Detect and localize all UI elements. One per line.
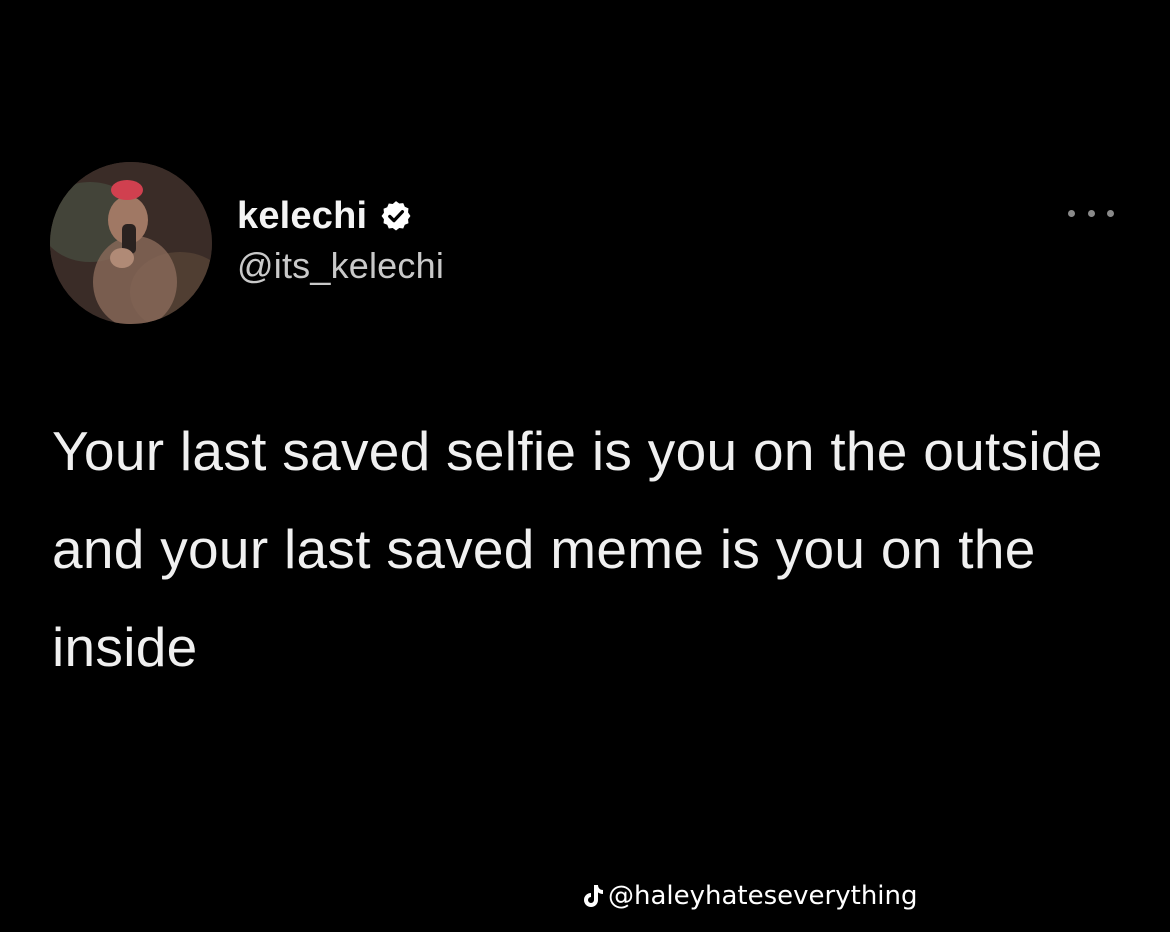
tiktok-watermark: @haleyhateseverything (582, 876, 918, 916)
verified-badge-icon (379, 199, 413, 233)
tweet-text: Your last saved selfie is you on the out… (52, 420, 1103, 678)
display-name[interactable]: kelechi (237, 195, 367, 238)
user-handle[interactable]: @its_kelechi (237, 245, 444, 287)
profile-photo-icon (50, 162, 212, 324)
more-horizontal-icon[interactable] (1068, 202, 1114, 224)
tweet-card: kelechi @its_kelechi Your last saved sel… (0, 0, 1170, 932)
more-dot (1107, 209, 1114, 217)
more-dot (1068, 209, 1075, 217)
more-dot (1087, 209, 1095, 217)
author-name-row: kelechi (237, 193, 444, 239)
tiktok-icon (582, 883, 604, 909)
avatar[interactable] (50, 162, 212, 324)
tweet-author: kelechi @its_kelechi (237, 193, 444, 287)
watermark-handle: @haleyhateseverything (608, 881, 918, 911)
